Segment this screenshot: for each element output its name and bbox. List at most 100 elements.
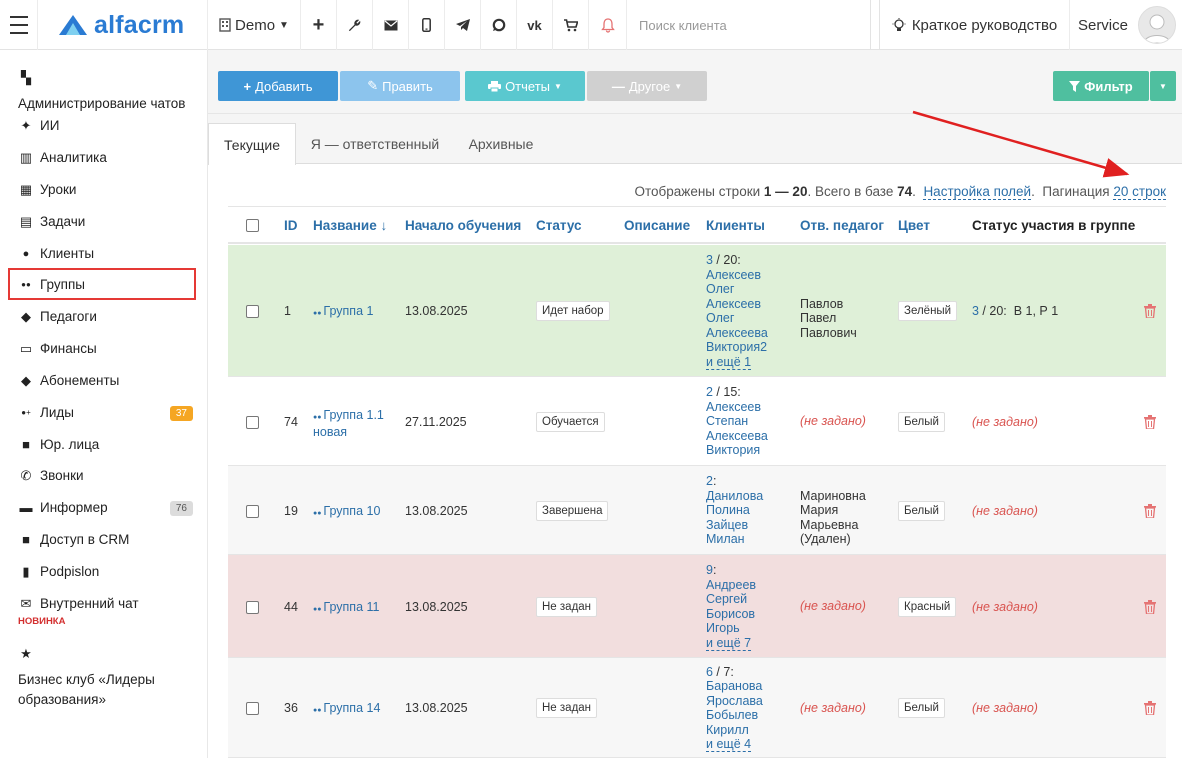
mail-button[interactable]: [373, 0, 409, 50]
add-button[interactable]: + Добавить: [218, 71, 338, 101]
sidebar-item-9[interactable]: ◆ Абонементы: [18, 371, 193, 391]
clients-more-link[interactable]: и ещё 7: [706, 635, 752, 651]
add-quick-button[interactable]: +: [301, 0, 337, 50]
clients-count-link[interactable]: 2: [706, 385, 713, 399]
group-name-link[interactable]: ●● Группа 11: [313, 600, 393, 618]
header-status[interactable]: Статус: [536, 218, 582, 233]
clients-count-link[interactable]: 9: [706, 563, 713, 577]
quick-guide-button[interactable]: Краткое руководство: [879, 0, 1070, 50]
header-color[interactable]: Цвет: [898, 218, 930, 233]
sidebar-item-3[interactable]: ▦ Уроки: [18, 180, 193, 200]
delete-button[interactable]: [1144, 414, 1156, 432]
client-link[interactable]: Полина: [706, 503, 763, 518]
delete-button[interactable]: [1144, 701, 1156, 718]
sidebar-item-13[interactable]: ▬ Информер 76: [18, 498, 193, 518]
sidebar-item-4[interactable]: ▤ Задачи: [18, 212, 193, 232]
menu-toggle-button[interactable]: [0, 0, 38, 50]
header-description[interactable]: Описание: [624, 218, 690, 233]
group-name-link[interactable]: ●● Группа 14: [313, 701, 393, 719]
clients-count-link[interactable]: 3: [706, 253, 713, 267]
client-link[interactable]: Андреев: [706, 578, 756, 593]
row-checkbox[interactable]: [246, 600, 259, 614]
reports-button[interactable]: Отчеты ▼: [465, 71, 585, 101]
group-name-link[interactable]: ●● Группа 1.1 новая: [313, 408, 393, 440]
clients-more-link[interactable]: и ещё 4: [706, 737, 752, 752]
client-link[interactable]: Игорь: [706, 621, 756, 636]
delete-button[interactable]: [1144, 599, 1156, 617]
client-link[interactable]: Баранова: [706, 679, 763, 694]
clients-count-link[interactable]: 6: [706, 665, 713, 679]
filter-dropdown-button[interactable]: ▼: [1150, 71, 1176, 101]
header-clients[interactable]: Клиенты: [706, 218, 765, 233]
pagination-link[interactable]: 20 строк: [1113, 184, 1166, 200]
header-teacher[interactable]: Отв. педагог: [800, 218, 884, 233]
sidebar-item-7[interactable]: ◆ Педагоги: [18, 307, 193, 327]
header-name[interactable]: Название ↓: [313, 218, 387, 233]
client-link[interactable]: Виктория2: [706, 340, 768, 355]
row-checkbox[interactable]: [246, 415, 259, 429]
row-checkbox[interactable]: [246, 702, 259, 715]
vk-button[interactable]: vk: [517, 0, 553, 50]
client-link[interactable]: Степан: [706, 414, 768, 429]
sidebar-item-16[interactable]: ✉ Внутренний чат: [18, 594, 193, 614]
client-link[interactable]: Зайцев: [706, 518, 763, 533]
group-name-link[interactable]: ●● Группа 1: [313, 304, 393, 322]
logo[interactable]: alfacrm: [38, 0, 208, 50]
sidebar-item-11[interactable]: ■ Юр. лица: [18, 435, 193, 455]
field-settings-link[interactable]: Настройка полей: [923, 184, 1032, 200]
client-link[interactable]: Борисов: [706, 607, 756, 622]
filter-button[interactable]: Фильтр: [1053, 71, 1149, 101]
tab-responsible[interactable]: Я — ответственный: [303, 123, 447, 164]
client-link[interactable]: Олег: [706, 311, 768, 326]
select-all-checkbox[interactable]: [246, 219, 259, 232]
client-link[interactable]: Алексеев: [706, 297, 768, 312]
sidebar-item-12[interactable]: ✆ Звонки: [18, 466, 193, 486]
client-link[interactable]: Сергей: [706, 592, 756, 607]
client-link[interactable]: Данилова: [706, 489, 763, 504]
clients-more-link[interactable]: и ещё 1: [706, 354, 752, 370]
chat-button[interactable]: [481, 0, 517, 50]
tools-button[interactable]: [337, 0, 373, 50]
clients-more[interactable]: и ещё 4: [706, 737, 763, 752]
client-link[interactable]: Алексеев: [706, 268, 768, 283]
cart-button[interactable]: [553, 0, 589, 50]
table-row[interactable]: 19 ●● Группа 10 13.08.2025 Завершена 2: Данил…: [228, 466, 1166, 555]
group-name-link[interactable]: ●● Группа 10: [313, 504, 393, 522]
edit-button[interactable]: ✎ Править: [340, 71, 460, 101]
header-id[interactable]: ID: [284, 218, 298, 233]
user-menu[interactable]: Service: [1070, 0, 1182, 50]
row-checkbox[interactable]: [246, 305, 259, 318]
sidebar-item-8[interactable]: ▭ Финансы: [18, 339, 193, 359]
clients-more[interactable]: и ещё 7: [706, 635, 756, 651]
table-row[interactable]: 1 ●● Группа 1 13.08.2025 Идет набор 3 / 20: А…: [228, 245, 1166, 377]
branch-dropdown[interactable]: Demo ▼: [208, 0, 301, 50]
tab-current[interactable]: Текущие: [208, 123, 296, 165]
client-link[interactable]: Олег: [706, 282, 768, 297]
sidebar-item-0[interactable]: ▚ Администрирование чатов: [18, 68, 188, 114]
client-link[interactable]: Алексеева: [706, 326, 768, 341]
header-start-date[interactable]: Начало обучения: [405, 218, 521, 233]
delete-button[interactable]: [1144, 304, 1156, 321]
teacher[interactable]: Павлов Павел Павлович: [800, 297, 880, 341]
table-row[interactable]: 44 ●● Группа 11 13.08.2025 Не задан 9: Андрее…: [228, 555, 1166, 658]
participation-count-link[interactable]: 3: [972, 304, 979, 318]
mobile-button[interactable]: [409, 0, 445, 50]
client-link[interactable]: Алексеева: [706, 429, 768, 444]
sidebar-item-10[interactable]: ●+ Лиды 37: [18, 403, 193, 423]
client-link[interactable]: Виктория: [706, 443, 768, 458]
delete-button[interactable]: [1144, 503, 1156, 521]
sidebar-item-1[interactable]: ✦ ИИ: [18, 116, 193, 136]
notifications-button[interactable]: [589, 0, 627, 50]
sidebar-item-17[interactable]: ★ Бизнес клуб «Лидеры образования»: [18, 644, 188, 710]
client-search-input[interactable]: Поиск клиента: [627, 0, 871, 50]
tab-archive[interactable]: Архивные: [458, 123, 544, 164]
sidebar-item-15[interactable]: ▮ Podpislon: [18, 562, 193, 582]
client-link[interactable]: Кирилл: [706, 723, 763, 738]
client-link[interactable]: Ярослава: [706, 694, 763, 709]
client-link[interactable]: Бобылев: [706, 708, 763, 723]
other-button[interactable]: — Другое ▼: [587, 71, 707, 101]
sidebar-item-14[interactable]: ■ Доступ в CRM: [18, 530, 193, 550]
client-link[interactable]: Алексеев: [706, 400, 768, 415]
clients-more[interactable]: и ещё 1: [706, 354, 768, 370]
client-link[interactable]: Милан: [706, 532, 763, 547]
